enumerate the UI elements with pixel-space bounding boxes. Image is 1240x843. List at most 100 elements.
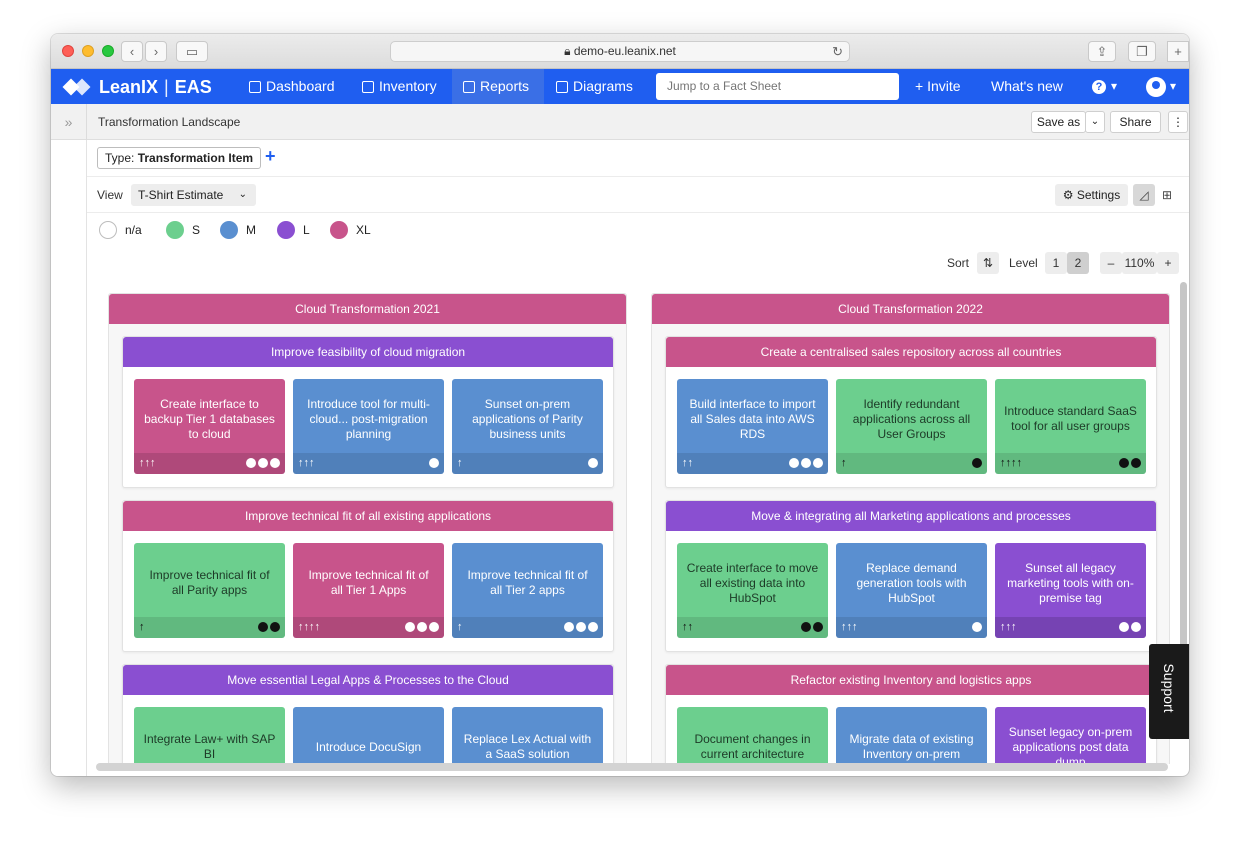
group-title[interactable]: Improve feasibility of cloud migration: [123, 337, 613, 367]
help-menu[interactable]: ? ▾: [1081, 69, 1128, 104]
level-2-button[interactable]: 2: [1067, 252, 1089, 274]
zoom-in-button[interactable]: +: [1157, 252, 1179, 274]
nav-inventory[interactable]: Inventory: [351, 69, 448, 104]
card-title: Identify redundant applications across a…: [852, 396, 971, 441]
transformation-column: Cloud Transformation 2021 Improve feasibi…: [108, 293, 627, 764]
group-title[interactable]: Move essential Legal Apps & Processes to…: [123, 665, 613, 695]
transformation-item-card[interactable]: Introduce standard SaaS tool for all use…: [995, 379, 1146, 474]
transformation-item-card[interactable]: Sunset all legacy marketing tools with o…: [995, 543, 1146, 638]
minimize-window-button[interactable]: [82, 45, 94, 57]
minus-circle-icon: [417, 622, 427, 632]
zoom-out-button[interactable]: –: [1100, 252, 1122, 274]
transformation-item-card[interactable]: Sunset on-prem applications of Parity bu…: [452, 379, 603, 474]
support-button[interactable]: Support: [1149, 644, 1189, 739]
forward-icon[interactable]: ›: [145, 41, 167, 62]
card-footer: ↑↑↑: [995, 617, 1146, 638]
report-header: » Transformation Landscape Save as ⌄ Sha…: [51, 104, 1189, 140]
transformation-item-card[interactable]: Create interface to move all existing da…: [677, 543, 828, 638]
whats-new-button[interactable]: What's new: [980, 69, 1074, 104]
group-title[interactable]: Move & integrating all Marketing applica…: [666, 501, 1156, 531]
nav-reports[interactable]: Reports: [452, 69, 544, 104]
settings-button[interactable]: ⚙ Settings: [1055, 184, 1128, 206]
legend-swatch: [220, 221, 238, 239]
dependency-arrows-icon: ↑: [139, 621, 145, 633]
address-bar[interactable]: 🔒︎ demo-eu.leanix.net ↻: [390, 41, 850, 62]
transformation-item-card[interactable]: Introduce tool for multi-cloud... post-m…: [293, 379, 444, 474]
transformation-item-card[interactable]: Build interface to import all Sales data…: [677, 379, 828, 474]
dependency-arrows-icon: ↑: [457, 621, 463, 633]
status-indicators: [789, 458, 823, 468]
more-options-icon[interactable]: ⋮: [1168, 111, 1188, 133]
transformation-item-card[interactable]: Replace Lex Actual with a SaaS solution: [452, 707, 603, 764]
tabs-icon[interactable]: ❐: [1128, 41, 1156, 62]
status-indicators: [588, 458, 598, 468]
share-button[interactable]: Share: [1110, 111, 1161, 133]
close-window-button[interactable]: [62, 45, 74, 57]
type-filter-label: Type:: [105, 151, 135, 165]
sidebar-toggle-icon[interactable]: ▭: [176, 41, 208, 62]
group-title[interactable]: Improve technical fit of all existing ap…: [123, 501, 613, 531]
minus-circle-icon: [1131, 622, 1141, 632]
column-title[interactable]: Cloud Transformation 2021: [109, 294, 626, 324]
expand-sidebar-icon[interactable]: »: [51, 104, 87, 140]
dependency-arrows-icon: ↑: [457, 457, 463, 469]
transformation-item-card[interactable]: Improve technical fit of all Parity apps…: [134, 543, 285, 638]
transformation-group: Improve feasibility of cloud migration Cr…: [122, 336, 614, 488]
zoom-window-button[interactable]: [102, 45, 114, 57]
save-as-button[interactable]: Save as: [1031, 111, 1086, 133]
add-filter-icon[interactable]: +: [265, 146, 276, 167]
user-avatar[interactable]: [1146, 77, 1166, 97]
column-title[interactable]: Cloud Transformation 2022: [652, 294, 1169, 324]
user-menu-chevron-icon[interactable]: ▾: [1164, 69, 1182, 104]
nav-dashboard-label: Dashboard: [266, 78, 335, 94]
share-icon[interactable]: ⇪: [1088, 41, 1116, 62]
horizontal-scrollbar[interactable]: [96, 763, 1168, 771]
new-tab-icon[interactable]: +: [1167, 41, 1189, 62]
legend-item-xl: XL: [330, 221, 371, 239]
save-options-chevron-icon[interactable]: ⌄: [1085, 111, 1105, 133]
sort-order-icon[interactable]: ⇅: [977, 252, 999, 274]
minus-circle-icon: [813, 458, 823, 468]
transformation-item-card[interactable]: Replace demand generation tools with Hub…: [836, 543, 987, 638]
group-title[interactable]: Create a centralised sales repository ac…: [666, 337, 1156, 367]
nav-diagrams-label: Diagrams: [573, 78, 633, 94]
transformation-item-card[interactable]: Improve technical fit of all Tier 2 apps…: [452, 543, 603, 638]
inventory-icon: [362, 80, 374, 93]
group-title[interactable]: Refactor existing Inventory and logistic…: [666, 665, 1156, 695]
level-1-button[interactable]: 1: [1045, 252, 1067, 274]
transformation-item-card[interactable]: Identify redundant applications across a…: [836, 379, 987, 474]
nav-inventory-label: Inventory: [379, 78, 437, 94]
transformation-item-card[interactable]: Sunset legacy on-prem applications post …: [995, 707, 1146, 764]
vertical-scrollbar[interactable]: [1180, 282, 1187, 648]
dashboard-icon: [249, 80, 261, 93]
leanix-logo[interactable]: LeanIX | EAS: [62, 76, 212, 98]
card-footer: ↑↑↑↑: [293, 617, 444, 638]
back-icon[interactable]: ‹: [121, 41, 143, 62]
transformation-item-card[interactable]: Integrate Law+ with SAP BI: [134, 707, 285, 764]
grid-view-toggle-icon[interactable]: ⊞: [1156, 184, 1178, 206]
transformation-item-card[interactable]: Improve technical fit of all Tier 1 Apps…: [293, 543, 444, 638]
view-select[interactable]: T-Shirt Estimate ⌄: [131, 184, 256, 206]
card-footer: ↑: [134, 617, 285, 638]
legend-label: L: [303, 223, 310, 237]
invite-button[interactable]: + Invite: [904, 69, 972, 104]
minus-circle-icon: [576, 622, 586, 632]
reload-icon[interactable]: ↻: [832, 42, 843, 61]
nav-dashboard[interactable]: Dashboard: [238, 69, 346, 104]
minus-circle-icon: [270, 458, 280, 468]
transformation-item-card[interactable]: Migrate data of existing Inventory on-pr…: [836, 707, 987, 764]
card-title: Build interface to import all Sales data…: [689, 396, 816, 441]
card-title: Sunset all legacy marketing tools with o…: [1007, 560, 1134, 605]
fact-sheet-search-input[interactable]: [656, 73, 899, 100]
diagrams-icon: [556, 80, 568, 93]
type-filter-tag[interactable]: Type: Transformation Item: [97, 147, 262, 169]
transformation-item-card[interactable]: Introduce DocuSign: [293, 707, 444, 764]
transformation-item-card[interactable]: Document changes in current architecture: [677, 707, 828, 764]
minus-circle-icon: [1119, 622, 1129, 632]
chart-view-toggle-icon[interactable]: ◿: [1133, 184, 1155, 206]
nav-diagrams[interactable]: Diagrams: [545, 69, 644, 104]
gear-icon: ⚙: [1062, 188, 1074, 202]
transformation-group: Move & integrating all Marketing applica…: [665, 500, 1157, 652]
transformation-item-card[interactable]: Create interface to backup Tier 1 databa…: [134, 379, 285, 474]
view-selected-value: T-Shirt Estimate: [138, 188, 224, 202]
